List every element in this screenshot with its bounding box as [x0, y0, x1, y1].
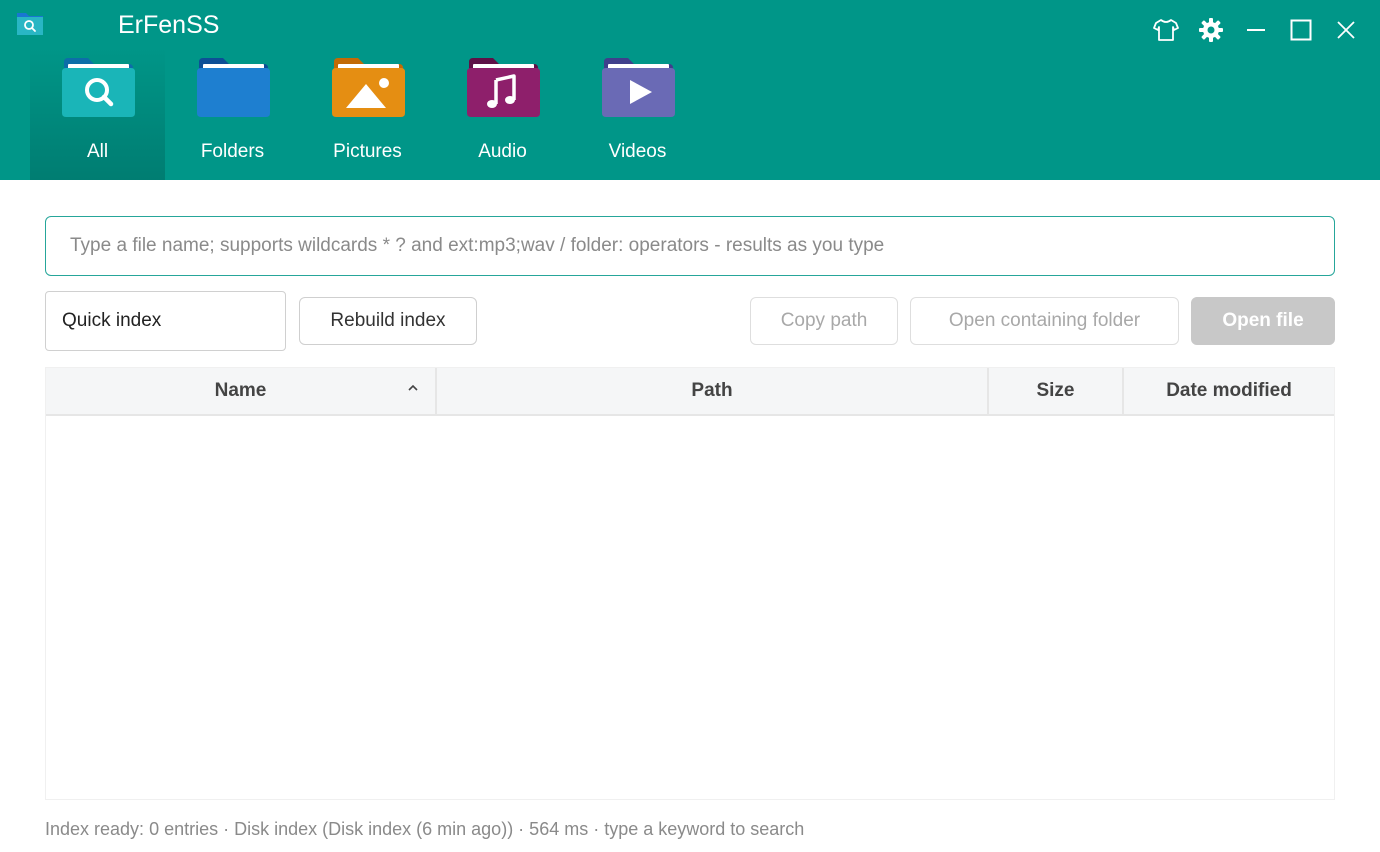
- results-table: Name Path Size Date modified: [45, 367, 1335, 800]
- column-header-name[interactable]: Name: [46, 368, 437, 414]
- open-containing-folder-button[interactable]: Open containing folder: [910, 297, 1179, 345]
- app-title: ErFenSS: [118, 11, 220, 39]
- column-label: Date modified: [1166, 380, 1292, 401]
- picture-folder-icon: [332, 58, 405, 117]
- tab-label: Audio: [478, 141, 527, 162]
- minimize-button[interactable]: [1240, 14, 1272, 46]
- skin-button[interactable]: [1150, 14, 1182, 46]
- category-tabs: All Folders Pictures Audio Videos: [30, 47, 705, 180]
- search-folder-icon: [62, 58, 135, 117]
- maximize-icon: [1290, 19, 1312, 41]
- table-body[interactable]: [46, 416, 1334, 799]
- tab-label: Folders: [200, 141, 265, 162]
- sort-ascending-icon: [408, 384, 418, 391]
- copy-path-button[interactable]: Copy path: [750, 297, 898, 345]
- maximize-button[interactable]: [1285, 14, 1317, 46]
- tab-folders[interactable]: Folders: [165, 47, 300, 180]
- column-header-date-modified[interactable]: Date modified: [1124, 368, 1334, 414]
- tab-pictures[interactable]: Pictures: [300, 47, 435, 180]
- column-header-size[interactable]: Size: [989, 368, 1124, 414]
- status-bar: Index ready: 0 entries · Disk index (Dis…: [45, 819, 805, 839]
- minimize-icon: [1247, 29, 1265, 31]
- settings-icon: [1199, 18, 1223, 42]
- tab-audio[interactable]: Audio: [435, 47, 570, 180]
- search-input[interactable]: [68, 234, 1312, 258]
- video-folder-icon: [602, 58, 675, 117]
- window-controls: [1150, 14, 1362, 46]
- close-button[interactable]: [1330, 14, 1362, 46]
- tab-label: Videos: [608, 141, 667, 162]
- column-label: Size: [1036, 380, 1075, 401]
- tab-label: All: [86, 141, 109, 162]
- tab-videos[interactable]: Videos: [570, 47, 705, 180]
- audio-folder-icon: [467, 58, 540, 117]
- skin-icon: [1153, 19, 1179, 41]
- open-file-button[interactable]: Open file: [1191, 297, 1335, 345]
- index-mode-select[interactable]: Quick index: [45, 291, 286, 351]
- settings-button[interactable]: [1195, 14, 1227, 46]
- table-header: Name Path Size Date modified: [46, 368, 1334, 416]
- column-label: Name: [214, 380, 267, 401]
- app-logo-icon: [17, 13, 43, 35]
- close-icon: [1337, 21, 1355, 39]
- column-label: Path: [691, 380, 733, 401]
- column-header-path[interactable]: Path: [437, 368, 989, 414]
- tab-all[interactable]: All: [30, 47, 165, 180]
- tab-label: Pictures: [333, 141, 402, 162]
- folder-icon: [197, 58, 270, 117]
- search-box: [45, 216, 1335, 276]
- title-bar: ErFenSS All Folders Pictures Audio Video…: [0, 0, 1380, 180]
- rebuild-index-button[interactable]: Rebuild index: [299, 297, 477, 345]
